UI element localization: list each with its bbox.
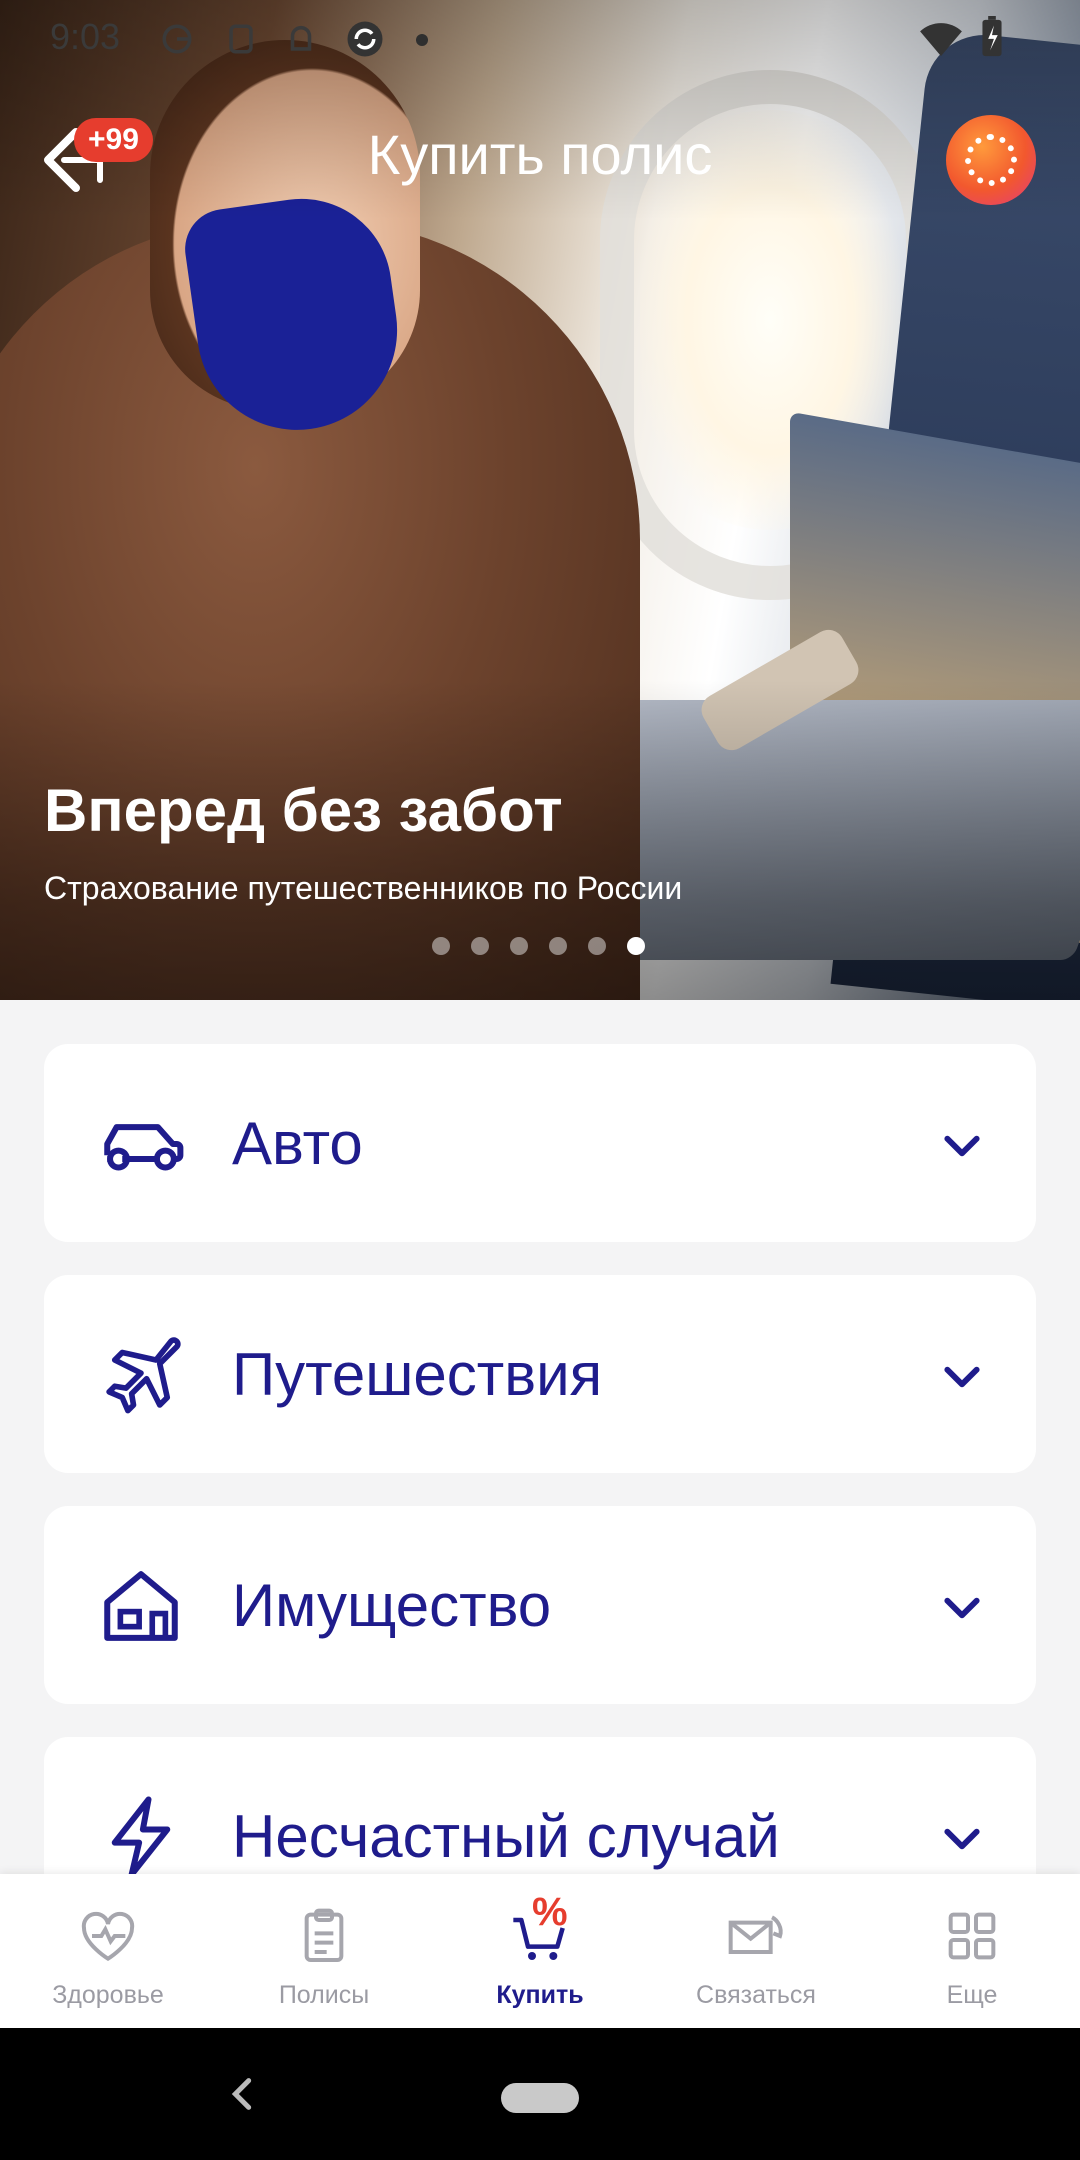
carousel-dot[interactable]	[588, 937, 606, 955]
nav-label: Здоровье	[52, 1981, 164, 2009]
chevron-down-icon[interactable]	[940, 1817, 984, 1861]
carousel-dot[interactable]	[432, 937, 450, 955]
banner-subtitle: Страхование путешественников по России	[44, 870, 683, 906]
status-time: 9:03	[50, 16, 121, 57]
category-label: Путешествия	[232, 1340, 603, 1408]
nav-item-contact[interactable]: Связаться	[648, 1874, 864, 2028]
wifi-icon	[920, 23, 962, 57]
category-label: Имущество	[232, 1571, 552, 1639]
chevron-down-icon[interactable]	[940, 1355, 984, 1399]
system-home-button[interactable]	[501, 2083, 579, 2113]
lightning-icon	[111, 1796, 171, 1878]
nav-label: Купить	[496, 1981, 584, 2009]
nav-item-policies[interactable]: Полисы	[216, 1874, 432, 2028]
nav-item-more[interactable]: Еще	[864, 1874, 1080, 2028]
carousel-indicator[interactable]	[432, 937, 645, 955]
house-icon	[104, 1571, 178, 1641]
category-card-travel[interactable]: Путешествия	[44, 1275, 1036, 1473]
sync-icon	[347, 21, 383, 57]
g-icon	[162, 24, 192, 54]
nav-label: Полисы	[278, 1981, 370, 2009]
category-label: Несчастный случай	[232, 1802, 780, 1870]
car-icon	[104, 1124, 184, 1171]
chevron-down-icon[interactable]	[940, 1124, 984, 1168]
carousel-dot[interactable]	[510, 937, 528, 955]
heart-pulse-icon	[81, 1911, 135, 1962]
banner-title: Вперед без забот	[44, 777, 563, 844]
category-card-property[interactable]: Имущество	[44, 1506, 1036, 1704]
envelope-phone-icon	[728, 1915, 783, 1954]
carousel-dot[interactable]	[549, 937, 567, 955]
discount-badge: %	[532, 1890, 568, 1934]
category-card-auto[interactable]: Авто	[44, 1044, 1036, 1242]
carousel-dot[interactable]	[471, 937, 489, 955]
clipboard-icon	[304, 1908, 344, 1962]
notification-dot-icon	[416, 34, 428, 46]
avatar-ring	[965, 134, 1017, 186]
nav-label: Связаться	[696, 1981, 816, 2009]
system-navigation-bar	[0, 2028, 1080, 2160]
android-icon	[290, 25, 312, 51]
profile-avatar-icon[interactable]	[946, 115, 1036, 205]
airplane-icon	[106, 1337, 181, 1414]
nav-item-health[interactable]: Здоровье	[0, 1874, 216, 2028]
nav-label: Еще	[946, 1981, 998, 2009]
category-label: Авто	[232, 1109, 363, 1177]
system-back-icon[interactable]	[222, 2074, 262, 2114]
chevron-down-icon[interactable]	[940, 1586, 984, 1630]
page-title: Купить полис	[367, 123, 713, 186]
battery-charging-icon	[982, 16, 1002, 57]
status-bar: 9:03	[0, 0, 1080, 76]
insurance-categories: Авто Путешествия Имущество Несчастный сл…	[44, 1044, 1036, 1968]
carousel-dot-active[interactable]	[627, 937, 645, 955]
s-icon	[229, 24, 253, 54]
grid-icon	[948, 1912, 996, 1960]
